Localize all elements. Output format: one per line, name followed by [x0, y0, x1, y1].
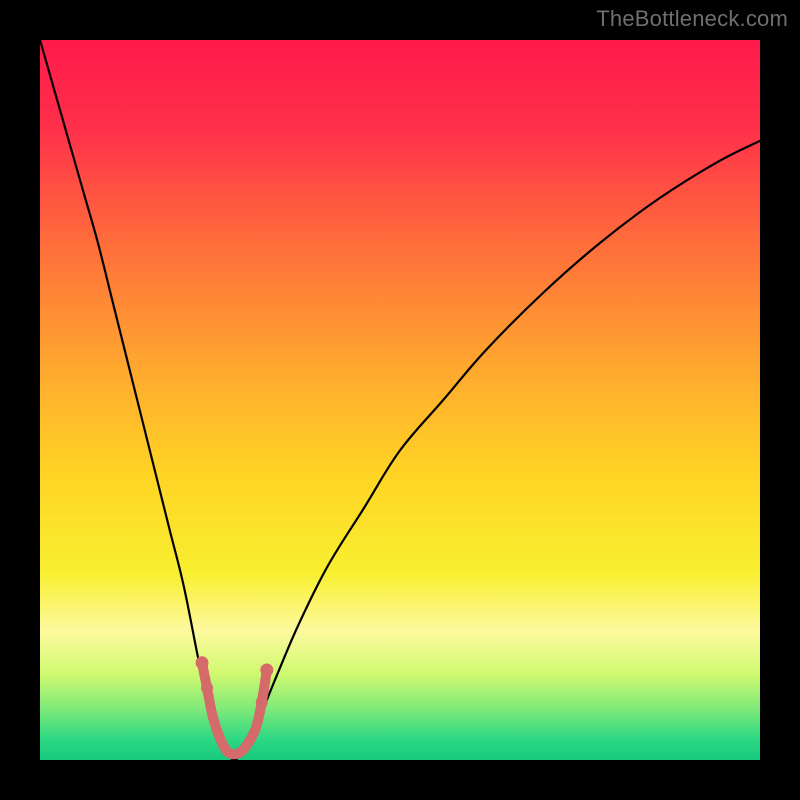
plot-area: [40, 40, 760, 760]
watermark-text: TheBottleneck.com: [596, 6, 788, 32]
sweet-spot-dot: [196, 656, 209, 669]
bottleneck-chart: [40, 40, 760, 760]
gradient-background: [40, 40, 760, 760]
chart-frame: TheBottleneck.com: [0, 0, 800, 800]
sweet-spot-dot: [256, 696, 268, 708]
sweet-spot-dot: [260, 664, 273, 677]
sweet-spot-dot: [201, 682, 213, 694]
